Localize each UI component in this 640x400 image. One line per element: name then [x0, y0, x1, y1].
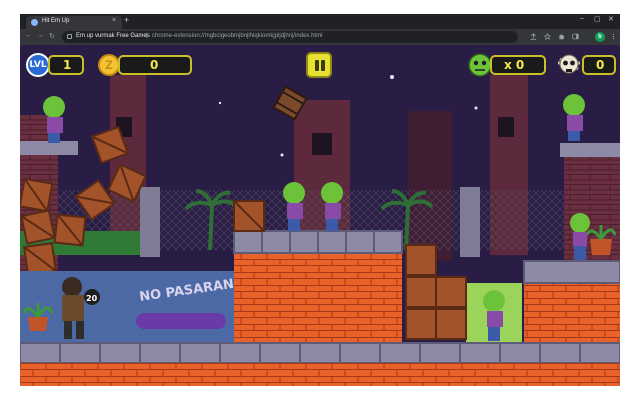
crate-stack: [405, 244, 437, 276]
potted-plant: [590, 239, 612, 255]
crate-stack: [435, 308, 467, 340]
level-badge: LVL: [26, 53, 50, 77]
tab-title: Hit Em Up: [42, 18, 70, 24]
kills-value: x 0: [504, 58, 525, 72]
extension-name: Em up vurmak Free Games: [76, 33, 150, 39]
close-tab-icon[interactable]: ×: [112, 17, 116, 24]
new-tab-button[interactable]: +: [124, 15, 129, 25]
zombie-head-icon: [468, 53, 492, 77]
coin-counter: 0: [118, 55, 192, 75]
star-1: [390, 75, 394, 79]
skull-icon: [558, 54, 580, 74]
url-text[interactable]: chrome-extension://mgbcigeobmjbnjlhiqkio…: [152, 33, 322, 39]
ground-stone-row: [20, 342, 620, 364]
game-scene: NO PASARAN 20: [20, 45, 620, 386]
right-brick-wall: [564, 145, 620, 275]
tower-window-right: [498, 117, 514, 137]
level-counter: 1: [48, 55, 84, 75]
ground-brick-floor: [20, 363, 620, 386]
game-canvas[interactable]: NO PASARAN 20 LVL 1 Z 0 x 0 0: [20, 45, 620, 386]
left-stone-column: [140, 187, 160, 257]
skulls-counter: 0: [582, 55, 616, 75]
star-2: [474, 106, 478, 110]
pause-icon: [315, 60, 319, 71]
level-value: 1: [63, 58, 72, 72]
crate-stack: [405, 308, 437, 340]
tab-active[interactable]: Hit Em Up ×: [26, 16, 122, 29]
crate-stack: [405, 276, 437, 308]
reload-button[interactable]: ↻: [49, 32, 55, 40]
pause-button[interactable]: [306, 52, 332, 78]
right-stone-cap: [523, 260, 620, 284]
coins-value: 0: [150, 58, 159, 72]
address-bar[interactable]: Em up vurmak Free Games | chrome-extensi…: [62, 31, 518, 43]
bookmark-star-icon[interactable]: [544, 33, 551, 40]
browser-toolbar: ← → ↻ Em up vurmak Free Games | chrome-e…: [20, 29, 620, 45]
tower-window-center: [312, 133, 332, 155]
game-favicon-icon: [31, 19, 38, 26]
right-top-ledge: [560, 143, 620, 157]
share-icon[interactable]: [530, 33, 537, 40]
extensions-puzzle-icon[interactable]: [558, 33, 565, 40]
menu-kebab-icon[interactable]: [610, 33, 617, 40]
minimize-button[interactable]: –: [580, 15, 584, 22]
player-counter: 20: [86, 294, 98, 303]
star-4: [218, 101, 222, 105]
right-brick-platform: [524, 281, 620, 345]
flying-crate: [20, 177, 54, 213]
left-top-ledge: [20, 141, 78, 155]
right-stone-column: [460, 187, 480, 257]
side-panel-icon[interactable]: [572, 33, 579, 40]
sewer-pipe: [136, 313, 226, 329]
flying-crate: [20, 209, 56, 245]
close-window-button[interactable]: ✕: [608, 15, 614, 23]
url-separator: |: [146, 33, 148, 39]
potted-plant: [28, 317, 48, 331]
maximize-button[interactable]: ▢: [594, 15, 601, 23]
tab-bar: Hit Em Up × + – ▢ ✕: [20, 14, 620, 29]
skulls-value: 0: [596, 58, 605, 72]
back-button[interactable]: ←: [25, 32, 32, 39]
star-3: [280, 153, 284, 157]
forward-button[interactable]: →: [37, 32, 44, 39]
flying-crate: [53, 213, 87, 247]
site-info-icon[interactable]: [67, 34, 72, 39]
flying-crate: [23, 242, 57, 276]
crate-stack: [435, 276, 467, 308]
center-brick-platform: [234, 251, 402, 345]
kills-counter: x 0: [490, 55, 546, 75]
browser-window: Hit Em Up × + – ▢ ✕ ← → ↻ Em up vurmak F…: [20, 14, 620, 386]
coin-icon: Z: [98, 54, 120, 76]
profile-avatar[interactable]: b: [595, 32, 605, 42]
